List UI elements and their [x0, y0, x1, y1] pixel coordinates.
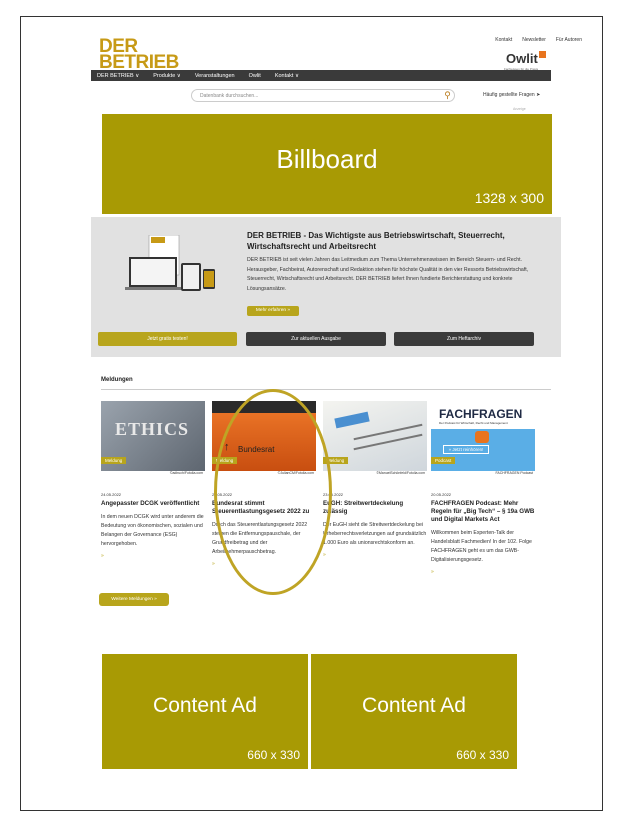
more-news-button[interactable]: Weitere Meldungen »	[99, 593, 169, 606]
news-title[interactable]: FACHFRAGEN Podcast: Mehr Regeln für „Big…	[431, 500, 535, 524]
owlit-name: Owlit	[506, 51, 538, 66]
content-ad[interactable]: Content Ad 660 x 330	[102, 654, 308, 769]
content-ad-title: Content Ad	[362, 694, 466, 717]
listen-now-button[interactable]: » Jetzt reinhören!	[443, 445, 489, 454]
nav-item-owlit[interactable]: Owlit	[249, 73, 261, 79]
page-frame: DER BETRIEB Kontakt Newsletter Für Autor…	[20, 16, 603, 811]
category-badge: Podcast	[431, 457, 456, 464]
read-more-link[interactable]: »	[212, 561, 316, 567]
read-more-link[interactable]: »	[323, 552, 427, 558]
news-title[interactable]: Bundesrat stimmt Steuerentlastungsgesetz…	[212, 500, 316, 516]
news-teaser: Willkommen beim Experten-Talk der Handel…	[431, 530, 532, 563]
faq-link[interactable]: Häufig gestellte Fragen ➤	[483, 92, 540, 98]
image-credit: ©ManuelSchönfeld/Fotolia.com	[376, 471, 425, 475]
content-ad-size: 660 x 330	[247, 748, 300, 762]
current-issue-button[interactable]: Zur aktuellen Ausgabe	[246, 332, 386, 346]
ad-label: Anzeige	[513, 107, 526, 111]
nav-item-produkte[interactable]: Produkte ∨	[153, 73, 181, 79]
read-more-link[interactable]: »	[101, 553, 205, 559]
category-badge: Meldung	[323, 457, 349, 464]
news-date: 23.05.2022	[323, 492, 344, 497]
info-title: DER BETRIEB - Das Wichtigste aus Betrieb…	[247, 231, 505, 251]
headphones-icon	[475, 431, 489, 443]
billboard-title: Billboard	[276, 144, 378, 174]
news-teaser: Durch das Steuerentlastungsgesetz 2022 s…	[212, 522, 308, 555]
news-card[interactable]: FACHFRAGEN Der Podcast für Wirtschaft, R…	[431, 401, 535, 575]
news-date: 23.05.2022	[212, 492, 233, 497]
category-badge: Meldung	[212, 457, 238, 464]
news-card[interactable]: ↑ Bundesrat Meldung ©JulianCM/Fotolia.co…	[212, 401, 316, 567]
top-link-newsletter[interactable]: Newsletter	[522, 37, 546, 43]
nav-item-der-betrieb[interactable]: DER BETRIEB ∨	[97, 73, 139, 79]
main-nav: DER BETRIEB ∨ Produkte ∨ Veranstaltungen…	[91, 70, 551, 81]
meldungen-heading: Meldungen	[101, 377, 133, 383]
der-betrieb-logo[interactable]: DER BETRIEB	[99, 37, 179, 73]
news-image-document: Meldung	[323, 401, 427, 471]
fachfragen-sub: Der Podcast für Wirtschaft, Recht und Ma…	[439, 421, 508, 425]
top-link-kontakt[interactable]: Kontakt	[495, 37, 512, 43]
faq-arrow-icon: ➤	[536, 92, 541, 98]
bundesrat-text: Bundesrat	[238, 445, 275, 454]
faq-label: Häufig gestellte Fragen	[483, 92, 535, 98]
news-teaser: Der EuGH sieht die Streitwertdeckelung b…	[323, 522, 427, 546]
image-dark-band	[212, 401, 316, 413]
news-card[interactable]: ETHICS Meldung ©adiruch/Fotolia.com 24.0…	[101, 401, 205, 559]
owlit-logo[interactable]: Owlit	[506, 51, 546, 66]
content-ad[interactable]: Content Ad 660 x 330	[311, 654, 517, 769]
top-links: Kontakt Newsletter Für Autoren	[495, 37, 582, 43]
devices-illustration	[125, 235, 215, 291]
nav-item-veranstaltungen[interactable]: Veranstaltungen	[195, 73, 235, 79]
owlit-mark-icon	[538, 51, 546, 58]
news-image-bundesrat: ↑ Bundesrat Meldung	[212, 401, 316, 471]
nav-item-kontakt[interactable]: Kontakt ∨	[275, 73, 299, 79]
news-image-ethics: ETHICS Meldung	[101, 401, 205, 471]
billboard-ad[interactable]: Billboard 1328 x 300	[102, 114, 552, 214]
news-date: 24.05.2022	[101, 492, 122, 497]
archive-button[interactable]: Zum Heftarchiv	[394, 332, 534, 346]
search-icon[interactable]: ⚲	[440, 89, 455, 102]
info-body: DER BETRIEB ist seit vielen Jahren das L…	[247, 257, 529, 292]
divider	[101, 389, 551, 390]
image-credit: ©JulianCM/Fotolia.com	[277, 471, 314, 475]
search-input[interactable]: Datenbank durchsuchen...	[191, 89, 455, 102]
content-ad-title: Content Ad	[153, 694, 257, 717]
arrow-up-icon: ↑	[224, 441, 230, 453]
image-credit: FACHFRAGEN Podcast	[495, 471, 533, 475]
top-link-autoren[interactable]: Für Autoren	[556, 37, 582, 43]
ethics-text: ETHICS	[115, 419, 190, 439]
product-info-box: DER BETRIEB - Das Wichtigste aus Betrieb…	[91, 217, 561, 357]
news-title[interactable]: Angepasster DCGK veröffentlicht	[101, 500, 205, 508]
image-credit: ©adiruch/Fotolia.com	[169, 471, 203, 475]
marker-highlight	[334, 411, 370, 429]
news-card[interactable]: Meldung ©ManuelSchönfeld/Fotolia.com 23.…	[323, 401, 427, 558]
more-info-button[interactable]: Mehr erfahren »	[247, 306, 299, 316]
billboard-size: 1328 x 300	[474, 190, 544, 206]
news-teaser: In dem neuen DCGK wird unter anderem die…	[101, 514, 204, 547]
category-badge: Meldung	[101, 457, 127, 464]
logo-line-2: BETRIEB	[99, 52, 179, 73]
fachfragen-logo: FACHFRAGEN	[439, 407, 523, 421]
news-image-fachfragen: FACHFRAGEN Der Podcast für Wirtschaft, R…	[431, 401, 535, 471]
content-ad-size: 660 x 330	[456, 748, 509, 762]
read-more-link[interactable]: »	[431, 569, 535, 575]
news-date: 20.05.2022	[431, 492, 452, 497]
free-trial-button[interactable]: Jetzt gratis testen!	[98, 332, 237, 346]
news-title[interactable]: EuGH: Streitwertdeckelung zulässig	[323, 500, 427, 516]
